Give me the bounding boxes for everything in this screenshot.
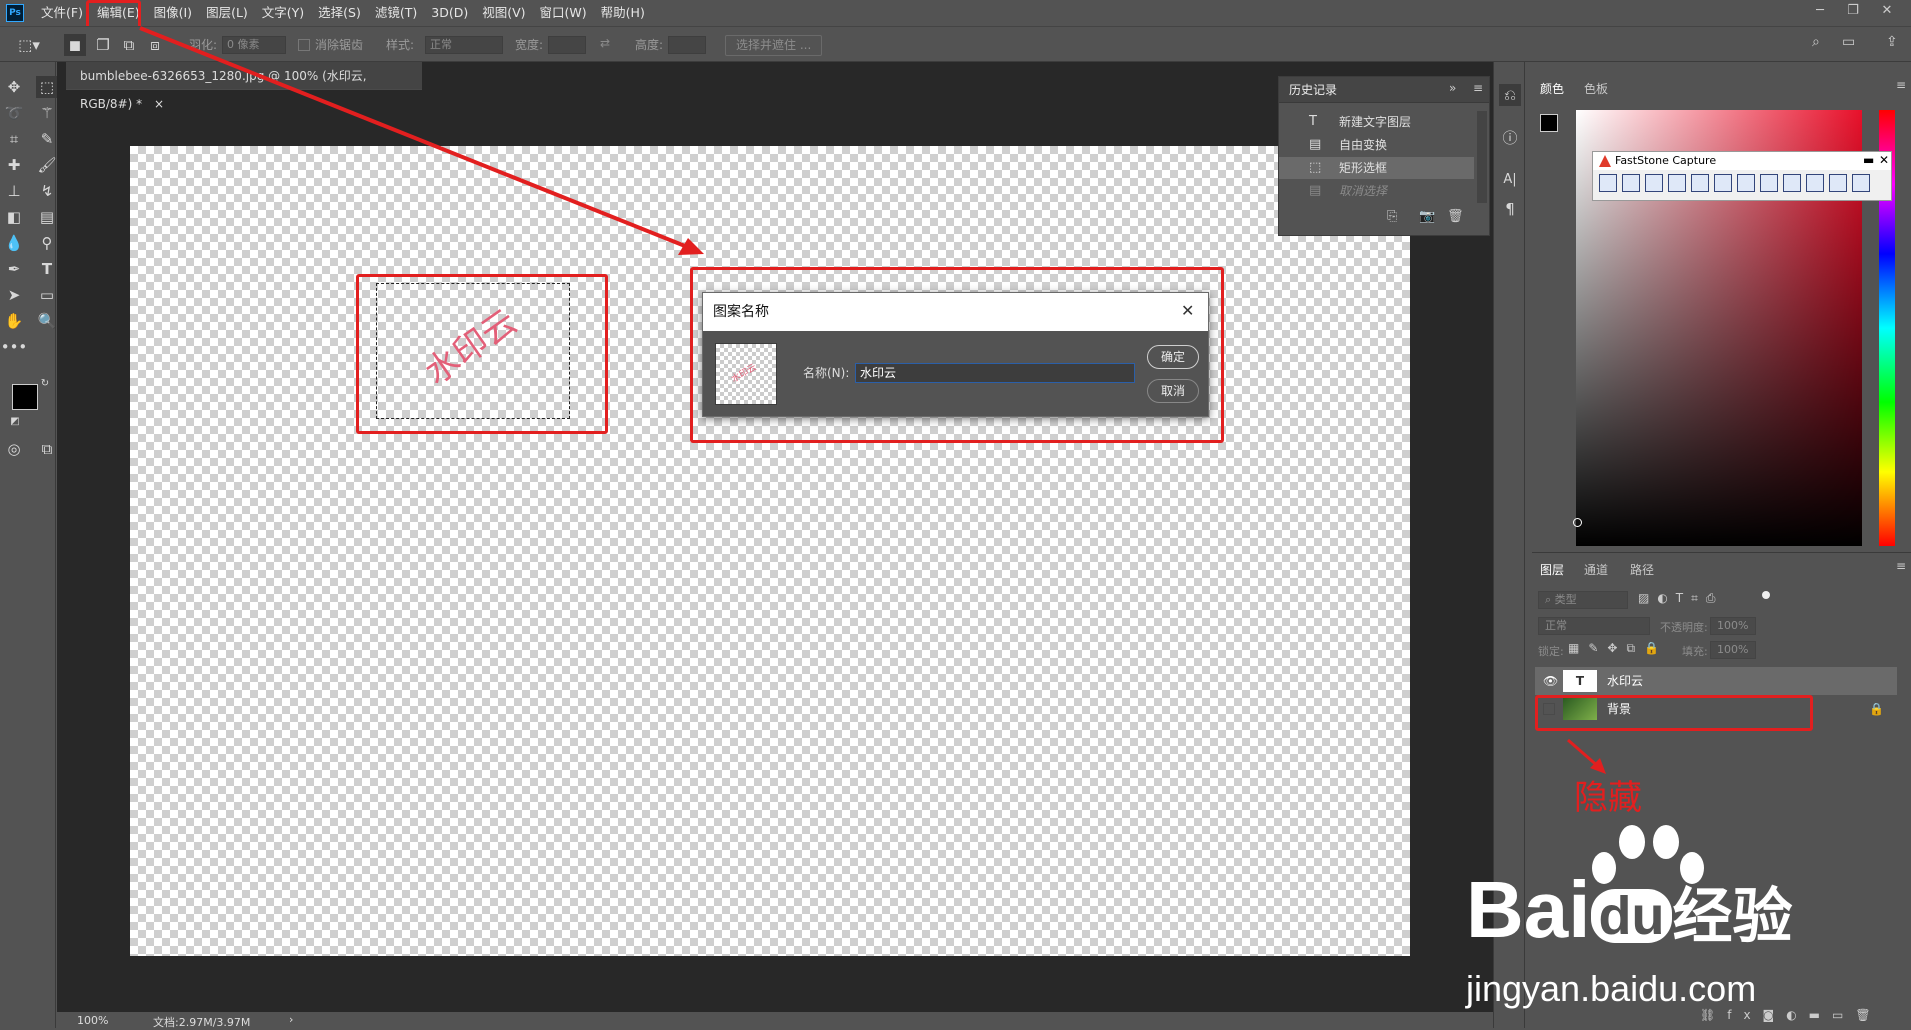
faststone-capture-buttons	[1593, 170, 1891, 196]
hide-annotation-label: 隐藏	[1574, 778, 1642, 818]
pattern-thumbnail: 水印云	[715, 343, 777, 405]
info-panel-icon[interactable]: ⓘ	[1499, 126, 1521, 148]
fill-label: 填充:	[1682, 645, 1708, 658]
panel-menu-icon[interactable]: ≡	[1473, 81, 1483, 95]
baidu-brand-prefix: Bai	[1466, 865, 1591, 954]
color-picker-handle[interactable]	[1573, 518, 1582, 527]
tab-color[interactable]: 颜色	[1540, 80, 1564, 97]
color-picker-icon[interactable]	[1783, 174, 1801, 192]
opacity-label: 不透明度:	[1660, 621, 1708, 634]
layer-row-text[interactable]: 👁 T 水印云	[1535, 667, 1897, 695]
screen-ruler-icon[interactable]	[1806, 174, 1824, 192]
capture-window-icon[interactable]	[1622, 174, 1640, 192]
tab-swatches[interactable]: 色板	[1584, 80, 1608, 97]
open-file-icon[interactable]	[1599, 174, 1617, 192]
settings-icon[interactable]	[1829, 174, 1847, 192]
capture-fullscreen-icon[interactable]	[1714, 174, 1732, 192]
snapshot-icon[interactable]: 📷	[1419, 209, 1435, 224]
ok-button[interactable]: 确定	[1147, 345, 1199, 369]
baidu-brand-text: Bai du 经验	[1466, 870, 1792, 950]
character-panel-icon[interactable]: A|	[1499, 168, 1521, 190]
faststone-minimize-icon[interactable]: ▬	[1863, 153, 1874, 167]
history-item[interactable]: ▤ 自由变换	[1279, 134, 1474, 156]
capture-object-icon[interactable]	[1645, 174, 1663, 192]
dialog-title: 图案名称	[703, 293, 1208, 331]
baidu-jingyan-watermark: Bai du 经验 jingyan.baidu.com	[1466, 820, 1911, 1020]
deselect-icon: ▤	[1309, 183, 1322, 198]
baidu-du-badge: du	[1590, 888, 1673, 943]
filter-toggle-icon[interactable]	[1762, 591, 1770, 599]
output-icon[interactable]	[1852, 174, 1870, 192]
cancel-button[interactable]: 取消	[1147, 379, 1199, 403]
background-layer-highlight	[1535, 695, 1813, 731]
text-layer-thumbnail-icon: T	[1563, 670, 1597, 692]
capture-region-icon[interactable]	[1668, 174, 1686, 192]
faststone-capture-toolbar: FastStone Capture ▬ ✕	[1592, 151, 1892, 201]
history-item[interactable]: ⬚ 矩形选框	[1279, 157, 1474, 179]
dialog-close-icon[interactable]: ✕	[1181, 301, 1194, 320]
capture-freehand-icon[interactable]	[1691, 174, 1709, 192]
faststone-title: FastStone Capture	[1593, 152, 1891, 170]
new-document-from-state-icon[interactable]: ⎘	[1387, 209, 1397, 224]
color-panel-menu-icon[interactable]: ≡	[1896, 78, 1906, 92]
layers-panel-menu-icon[interactable]: ≡	[1896, 559, 1906, 573]
marquee-icon: ⬚	[1309, 160, 1322, 175]
paragraph-panel-icon[interactable]: ¶	[1499, 198, 1521, 220]
blend-mode-select[interactable]: 正常	[1538, 617, 1650, 635]
history-panel-icon[interactable]: ⎌	[1499, 84, 1521, 106]
thumbnail-text: 水印云	[730, 362, 759, 385]
capture-scrolling-icon[interactable]	[1737, 174, 1755, 192]
history-scrollbar[interactable]	[1477, 111, 1487, 203]
faststone-close-icon[interactable]: ✕	[1879, 153, 1889, 167]
pattern-name-input[interactable]: 水印云	[855, 363, 1135, 383]
layer-filter-label: 类型	[1554, 593, 1577, 606]
layer-filter-icons[interactable]: ▨◐T⌗⎙	[1638, 591, 1724, 606]
history-item[interactable]: ▤ 取消选择	[1279, 180, 1474, 202]
tab-channels[interactable]: 通道	[1584, 561, 1608, 578]
layer-filter-select[interactable]: ⌕ 类型	[1538, 591, 1628, 609]
visibility-eye-icon[interactable]: 👁	[1543, 667, 1558, 695]
lock-label: 锁定:	[1538, 645, 1564, 658]
tab-paths[interactable]: 路径	[1630, 561, 1654, 578]
baidu-brand-suffix: 经验	[1672, 883, 1793, 950]
layer-lock-icon: 🔒	[1869, 702, 1884, 716]
fill-input[interactable]: 100%	[1710, 641, 1756, 659]
history-panel: 历史记录 » ≡ T 新建文字图层 ▤ 自由变换 ⬚ 矩形选框 ▤ 取消选择 ⎘…	[1278, 76, 1490, 236]
color-foreground-swatch[interactable]	[1540, 114, 1558, 132]
lock-options-icons[interactable]: ▦✎✥⧉🔒	[1568, 641, 1668, 656]
delete-state-icon[interactable]: 🗑	[1447, 209, 1464, 224]
pattern-name-dialog: 图案名称 ✕ 水印云 名称(N): 水印云 确定 取消	[702, 292, 1209, 417]
history-panel-title: 历史记录	[1279, 77, 1489, 103]
collapse-panel-icon[interactable]: »	[1449, 81, 1456, 95]
opacity-input[interactable]: 100%	[1710, 617, 1756, 635]
text-layer-icon: T	[1309, 114, 1317, 129]
name-label: 名称(N):	[803, 366, 850, 380]
layer-name[interactable]: 水印云	[1607, 667, 1643, 695]
tab-layers[interactable]: 图层	[1540, 561, 1564, 578]
capture-fixed-region-icon[interactable]	[1760, 174, 1778, 192]
transform-icon: ▤	[1309, 137, 1322, 152]
history-item[interactable]: T 新建文字图层	[1279, 111, 1474, 133]
baidu-url-text: jingyan.baidu.com	[1466, 968, 1757, 1009]
